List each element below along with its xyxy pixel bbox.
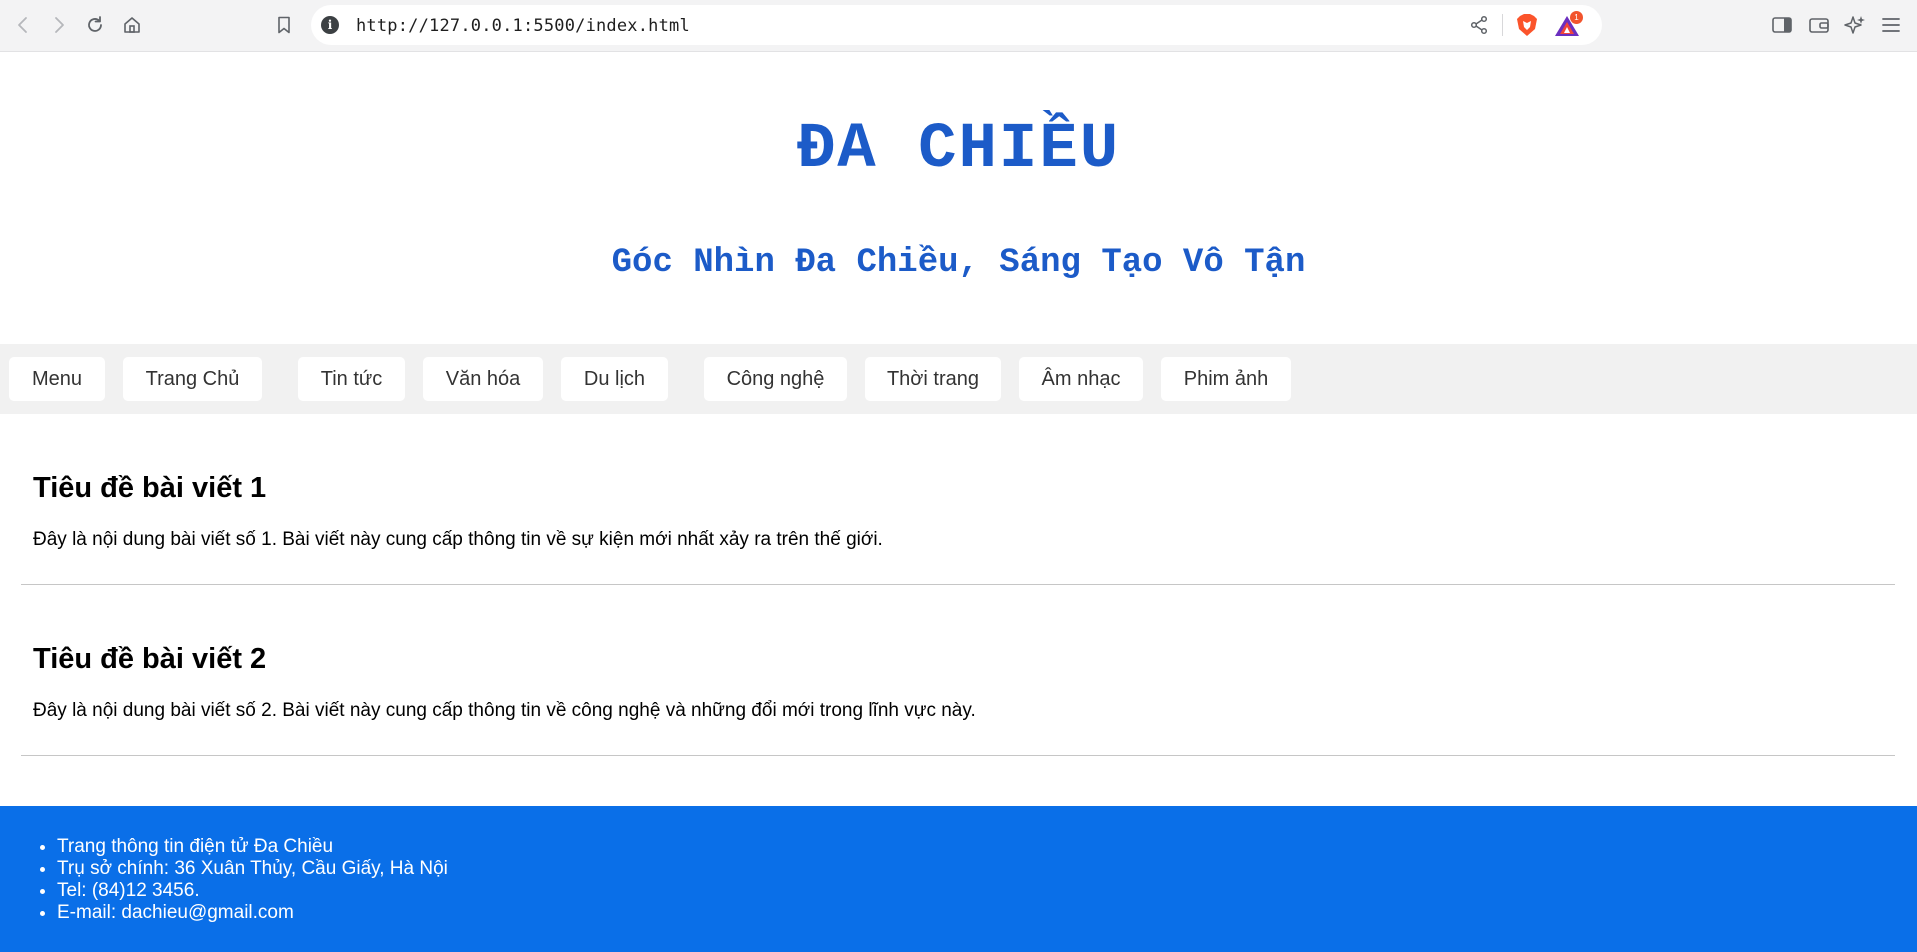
article-divider xyxy=(21,584,1895,585)
article-title[interactable]: Tiêu đề bài viết 2 xyxy=(33,641,266,677)
nav-item-phim-anh[interactable]: Phim ảnh xyxy=(1161,357,1291,401)
browser-toolbar: i http://127.0.0.1:5500/index.html 1 xyxy=(0,0,1917,52)
footer-info-list: Trang thông tin điện tử Đa Chiều Trụ sở … xyxy=(0,836,448,924)
footer-site-name: Trang thông tin điện tử Đa Chiều xyxy=(57,836,448,858)
nav-item-tin-tuc[interactable]: Tin tức xyxy=(298,357,405,401)
leo-ai-icon[interactable] xyxy=(1844,14,1866,36)
article-body: Đây là nội dung bài viết số 1. Bài viết … xyxy=(33,529,883,550)
footer-phone: Tel: (84)12 3456. xyxy=(57,880,448,902)
nav-item-du-lich[interactable]: Du lịch xyxy=(561,357,668,401)
article-1: Tiêu đề bài viết 1 Đây là nội dung bài v… xyxy=(21,470,1895,586)
reload-icon[interactable] xyxy=(83,13,107,37)
nav-item-van-hoa[interactable]: Văn hóa xyxy=(423,357,543,401)
site-footer: Trang thông tin điện tử Đa Chiều Trụ sở … xyxy=(0,806,1917,952)
nav-item-thoi-trang[interactable]: Thời trang xyxy=(865,357,1001,401)
hamburger-menu-icon[interactable] xyxy=(1880,14,1902,36)
article-body: Đây là nội dung bài viết số 2. Bài viết … xyxy=(33,700,976,721)
url-text[interactable]: http://127.0.0.1:5500/index.html xyxy=(356,16,690,36)
nav-item-cong-nghe[interactable]: Công nghệ xyxy=(704,357,847,401)
footer-address: Trụ sở chính: 36 Xuân Thủy, Cầu Giấy, Hà… xyxy=(57,858,448,880)
notification-badge: 1 xyxy=(1570,11,1583,24)
back-icon[interactable] xyxy=(11,13,35,37)
share-icon[interactable] xyxy=(1469,15,1489,35)
site-title: ĐA CHIỀU xyxy=(796,114,1121,186)
article-title[interactable]: Tiêu đề bài viết 1 xyxy=(33,470,266,506)
footer-email[interactable]: E-mail: dachieu@gmail.com xyxy=(57,902,448,924)
article-2: Tiêu đề bài viết 2 Đây là nội dung bài v… xyxy=(21,641,1895,757)
address-divider xyxy=(1502,14,1503,36)
main-nav: Menu Trang Chủ Tin tức Văn hóa Du lịch C… xyxy=(0,344,1917,414)
bookmark-icon[interactable] xyxy=(272,13,296,37)
nav-item-menu[interactable]: Menu xyxy=(9,357,105,401)
nav-item-am-nhac[interactable]: Âm nhạc xyxy=(1019,357,1143,401)
nav-item-trang-chu[interactable]: Trang Chủ xyxy=(123,357,262,401)
article-divider xyxy=(21,755,1895,756)
brave-shields-icon[interactable] xyxy=(1516,13,1538,37)
sidebar-toggle-icon[interactable] xyxy=(1771,14,1793,36)
wallet-icon[interactable] xyxy=(1808,14,1830,36)
address-bar[interactable]: i http://127.0.0.1:5500/index.html 1 xyxy=(311,5,1602,45)
site-tagline: Góc Nhìn Đa Chiều, Sáng Tạo Vô Tận xyxy=(611,244,1306,282)
forward-icon[interactable] xyxy=(47,13,71,37)
home-icon[interactable] xyxy=(120,13,144,37)
site-info-icon[interactable]: i xyxy=(321,16,339,34)
